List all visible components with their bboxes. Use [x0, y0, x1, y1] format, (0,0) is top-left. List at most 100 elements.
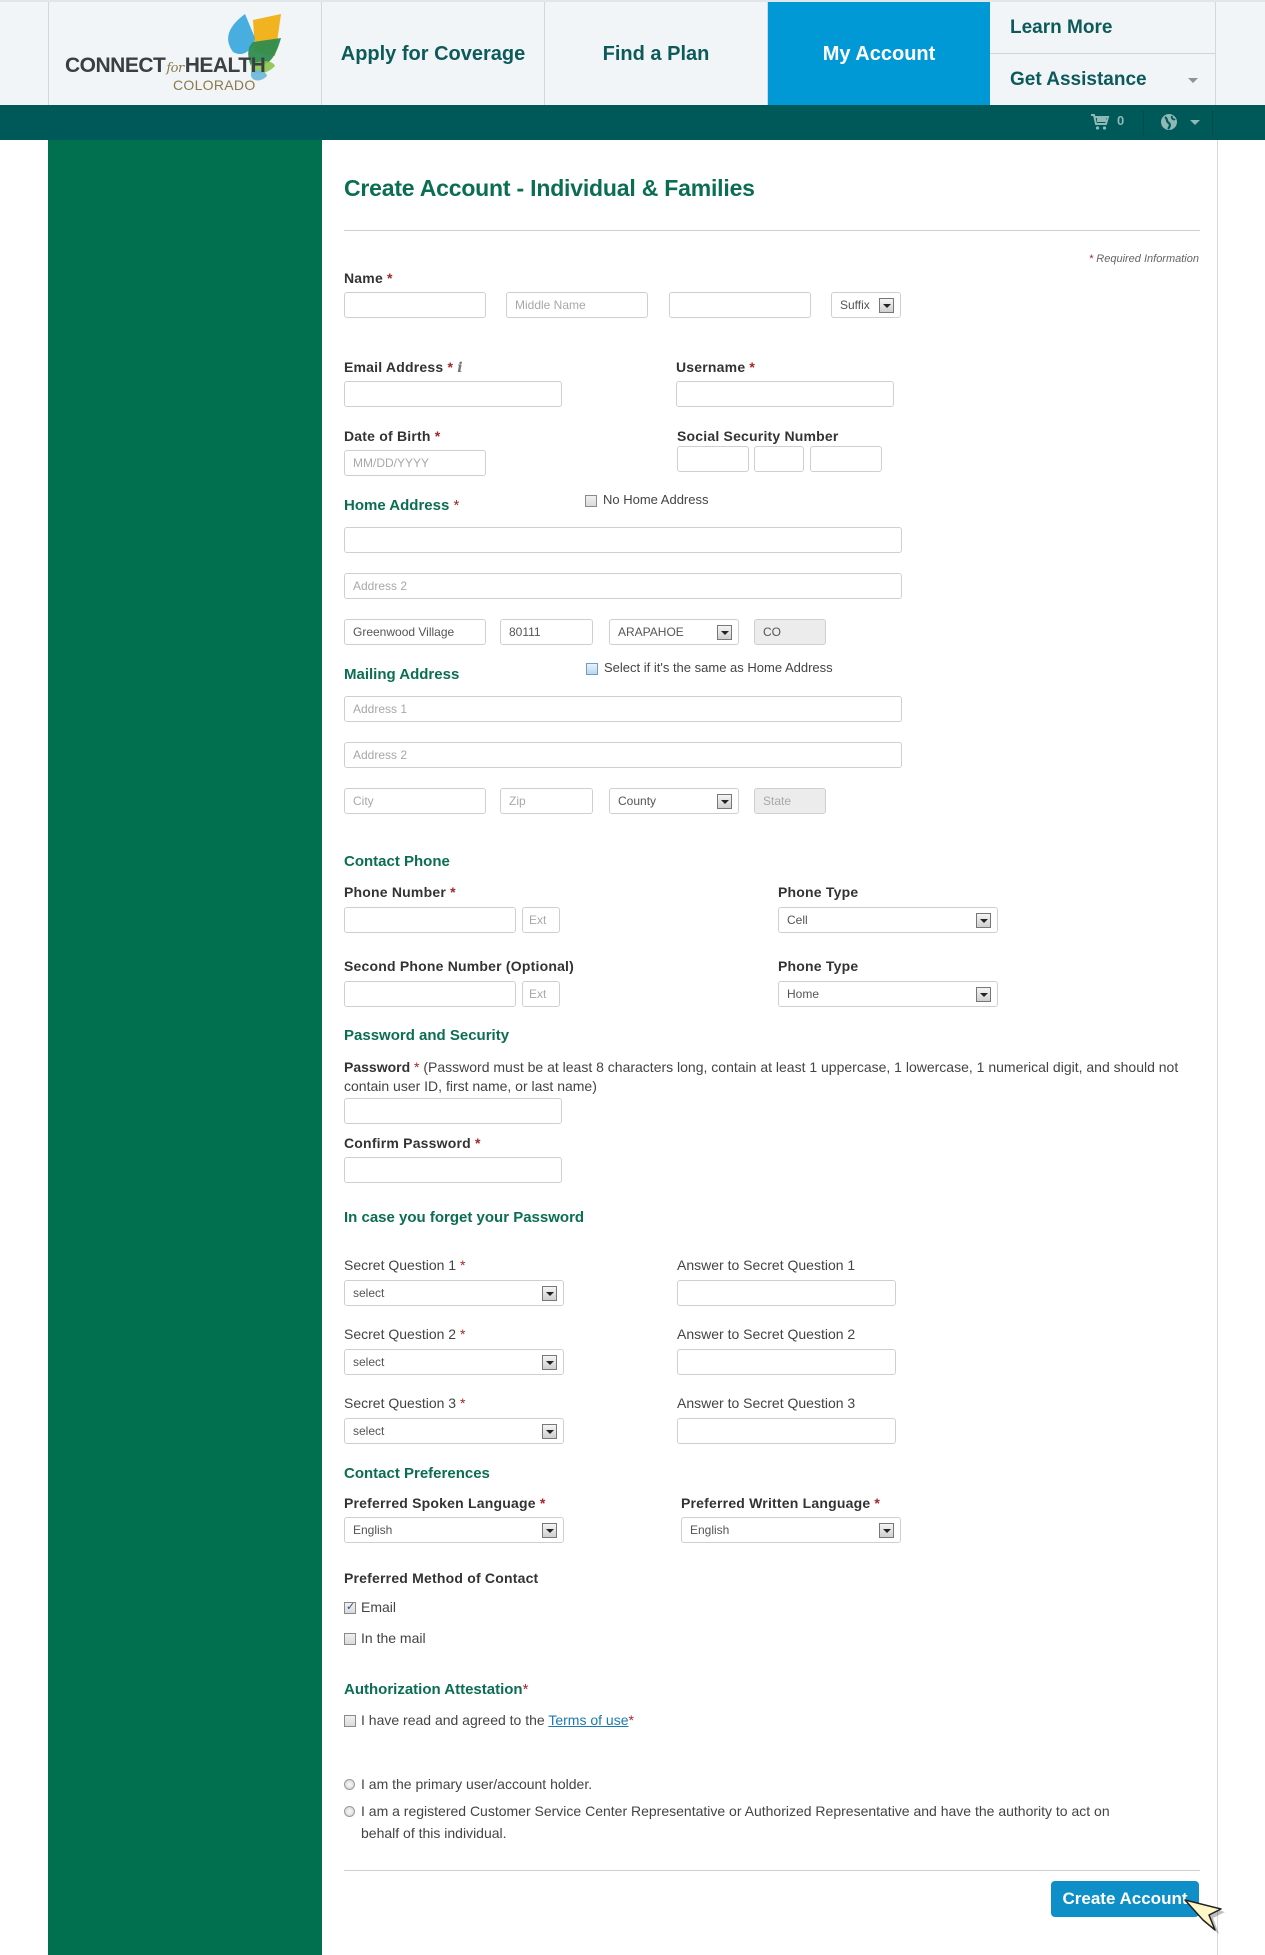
nav-get-assistance[interactable]: Get Assistance	[990, 54, 1215, 106]
globe-icon[interactable]	[1160, 113, 1178, 131]
secret-answer-3-input[interactable]	[677, 1418, 896, 1444]
home-state-input	[754, 619, 826, 645]
secret-answer-1-label: Answer to Secret Question 1	[677, 1257, 856, 1273]
contact-email-checkbox[interactable]	[344, 1600, 356, 1614]
mailing-county-select[interactable]: County	[609, 788, 739, 814]
second-phone-type-select[interactable]: Home	[778, 981, 998, 1007]
site-header: CONNECTforHEALTH COLORADO Apply for Cove…	[0, 0, 1265, 107]
last-name-input[interactable]	[669, 292, 811, 318]
phone-number-input[interactable]	[344, 907, 516, 933]
nav-apply-for-coverage[interactable]: Apply for Coverage	[322, 2, 545, 107]
mailing-address1-input[interactable]	[344, 696, 902, 722]
second-phone-ext-input[interactable]	[522, 981, 560, 1007]
secret-answer-1-input[interactable]	[677, 1280, 896, 1306]
select-value: English	[690, 1523, 730, 1537]
select-value: select	[353, 1286, 385, 1300]
select-value: Home	[787, 987, 820, 1001]
sidebar	[48, 140, 322, 1955]
dropdown-arrow-icon	[976, 987, 991, 1002]
home-city-input[interactable]	[344, 619, 486, 645]
first-name-input[interactable]	[344, 292, 486, 318]
cart-icon[interactable]	[1090, 113, 1110, 131]
chevron-down-icon	[1188, 78, 1198, 83]
create-account-button[interactable]: Create Account	[1051, 1881, 1199, 1917]
contact-email-label: Email	[361, 1599, 397, 1615]
contact-mail-checkbox[interactable]	[344, 1633, 356, 1645]
ssn-part1-input[interactable]	[677, 446, 749, 472]
primary-user-radio[interactable]	[344, 1779, 355, 1790]
home-address-heading: Home Address *	[344, 497, 460, 514]
dropdown-arrow-icon	[542, 1424, 557, 1439]
mailing-address2-input[interactable]	[344, 742, 902, 768]
logo-text: CONNECTforHEALTH	[65, 54, 266, 77]
representative-radio[interactable]	[344, 1806, 355, 1817]
ssn-part3-input[interactable]	[810, 446, 882, 472]
dropdown-arrow-icon	[879, 298, 894, 313]
home-address1-input[interactable]	[344, 527, 902, 553]
home-county-select[interactable]: ARAPAHOE	[609, 619, 739, 645]
spoken-language-select[interactable]: English	[344, 1517, 564, 1543]
no-home-address-checkbox[interactable]	[585, 495, 597, 507]
written-language-label: Preferred Written Language *	[681, 1495, 881, 1511]
contact-method-label: Preferred Method of Contact	[344, 1570, 539, 1586]
password-label-hint: Password * (Password must be at least 8 …	[344, 1059, 1179, 1094]
logo-subtext: COLORADO	[173, 77, 256, 93]
logo[interactable]: CONNECTforHEALTH COLORADO	[48, 2, 322, 107]
second-phone-input[interactable]	[344, 981, 516, 1007]
home-zip-input[interactable]	[500, 619, 593, 645]
dropdown-arrow-icon	[717, 625, 732, 640]
representative-label-line2: behalf of this individual.	[361, 1825, 507, 1841]
username-input[interactable]	[676, 381, 894, 407]
dropdown-arrow-icon	[717, 794, 732, 809]
info-icon[interactable]: i	[457, 360, 463, 376]
phone-ext-input[interactable]	[522, 907, 560, 933]
password-input[interactable]	[344, 1098, 562, 1124]
ssn-label: Social Security Number	[677, 428, 839, 444]
contact-preferences-heading: Contact Preferences	[344, 1465, 490, 1482]
mailing-city-input[interactable]	[344, 788, 486, 814]
mailing-state-input	[754, 788, 826, 814]
dob-input[interactable]	[344, 450, 486, 476]
secret-answer-2-label: Answer to Secret Question 2	[677, 1326, 856, 1342]
middle-name-input[interactable]	[506, 292, 648, 318]
phone-type-select[interactable]: Cell	[778, 907, 998, 933]
secret-answer-3-label: Answer to Secret Question 3	[677, 1395, 856, 1411]
utility-bar	[0, 105, 1265, 140]
contact-phone-heading: Contact Phone	[344, 853, 450, 870]
nav-find-a-plan[interactable]: Find a Plan	[545, 2, 768, 107]
written-language-select[interactable]: English	[681, 1517, 901, 1543]
select-value: Suffix	[840, 298, 870, 312]
nav-my-account[interactable]: My Account	[768, 2, 990, 107]
dropdown-arrow-icon	[542, 1523, 557, 1538]
nav-secondary: Learn More Get Assistance	[990, 2, 1216, 107]
secret-answer-2-input[interactable]	[677, 1349, 896, 1375]
divider	[344, 230, 1200, 231]
nav-learn-more[interactable]: Learn More	[990, 2, 1215, 54]
secret-question-1-select[interactable]: select	[344, 1280, 564, 1306]
secret-question-1-label: Secret Question 1 *	[344, 1257, 466, 1273]
mailing-zip-input[interactable]	[500, 788, 593, 814]
terms-of-use-link[interactable]: Terms of use	[548, 1712, 628, 1728]
terms-checkbox[interactable]	[344, 1715, 356, 1727]
dob-label: Date of Birth *	[344, 428, 441, 444]
email-input[interactable]	[344, 381, 562, 407]
secret-question-3-select[interactable]: select	[344, 1418, 564, 1444]
dropdown-arrow-icon	[976, 913, 991, 928]
content-border	[1217, 140, 1218, 1955]
mailing-address-heading: Mailing Address	[344, 666, 460, 683]
suffix-select[interactable]: Suffix	[831, 292, 901, 318]
name-label: Name *	[344, 270, 393, 286]
representative-label-line1: I am a registered Customer Service Cente…	[361, 1803, 1110, 1819]
language-chevron-down-icon[interactable]	[1190, 120, 1200, 125]
secret-question-2-select[interactable]: select	[344, 1349, 564, 1375]
dropdown-arrow-icon	[879, 1523, 894, 1538]
page-title: Create Account - Individual & Families	[344, 175, 755, 201]
select-value: Cell	[787, 913, 808, 927]
home-address2-input[interactable]	[344, 573, 902, 599]
second-phone-type-label: Phone Type	[778, 958, 859, 974]
terms-label: I have read and agreed to the Terms of u…	[361, 1712, 634, 1728]
attestation-heading: Authorization Attestation*	[344, 1681, 529, 1698]
same-as-home-checkbox[interactable]	[586, 663, 598, 675]
ssn-part2-input[interactable]	[754, 446, 804, 472]
confirm-password-input[interactable]	[344, 1157, 562, 1183]
